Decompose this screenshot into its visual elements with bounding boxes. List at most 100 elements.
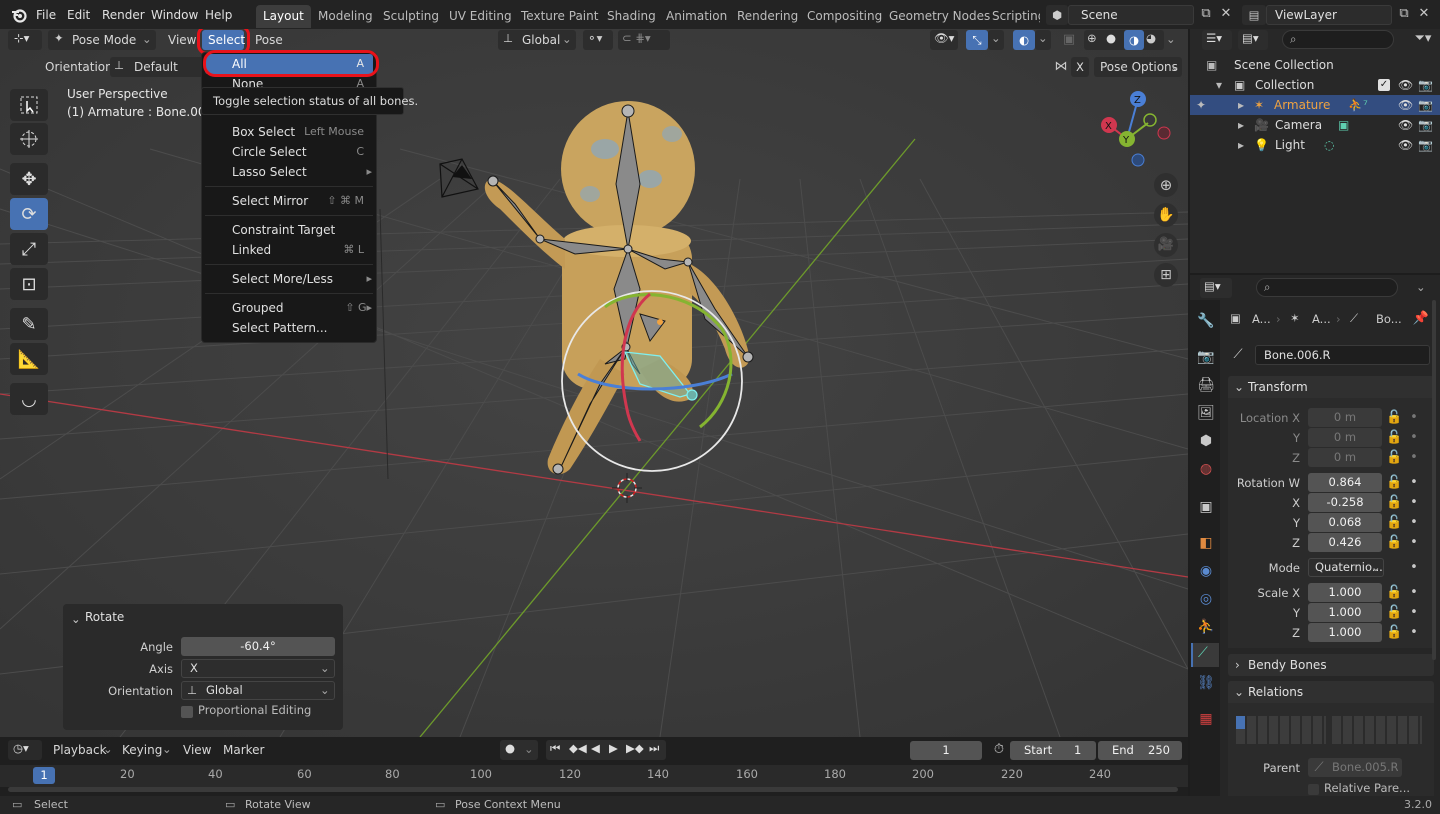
playhead[interactable]: 1 <box>33 767 55 784</box>
relative-parent-checkbox[interactable] <box>1308 784 1319 795</box>
view-layer-icon[interactable]: ▤ <box>1242 5 1266 25</box>
grid-view-icon[interactable]: ⊞ <box>1154 263 1178 287</box>
start-frame-field[interactable]: Start 1 <box>1010 741 1096 760</box>
editor-type-icon[interactable]: ⊹▾ <box>8 30 42 50</box>
redo-orientation-dropdown[interactable]: ⊥ Global ⌄ <box>181 681 335 700</box>
auto-keying-icon[interactable]: ● ⌄ <box>500 740 538 760</box>
transform-orientation-dropdown[interactable]: ⊥ Global ⌄ <box>498 30 576 50</box>
scale-y-field[interactable]: 1.000 <box>1308 603 1382 622</box>
display-mode-icon[interactable]: ▤▾ <box>1238 30 1268 50</box>
outliner-collection[interactable]: ▾ ▣ Collection ✓ 👁 📷 <box>1194 75 1438 95</box>
gizmo-toggle-icon[interactable]: ⤡ <box>966 30 988 50</box>
location-x-field[interactable]: 0 m <box>1308 408 1382 427</box>
measure-tool[interactable]: 📐 <box>10 343 48 375</box>
modifier-tab-icon[interactable]: ◉ <box>1196 561 1216 581</box>
transform-panel-header[interactable]: ⌄ Transform <box>1228 376 1434 398</box>
keyframe-dot-icon[interactable]: • <box>1408 410 1420 425</box>
eye-icon[interactable]: 👁 <box>1398 75 1413 95</box>
timeline-editor-type-icon[interactable]: ◷▾ <box>8 740 42 760</box>
rendered-shading-icon[interactable]: ◕ <box>1146 31 1156 45</box>
outliner-item-armature[interactable]: ✦ ▸ ✶ Armature ⛹⁷ 👁 📷 <box>1194 95 1438 115</box>
menu-item-select-more-less[interactable]: Select More/Less <box>232 269 333 289</box>
tab-scripting[interactable]: Scripting <box>985 5 1040 28</box>
chevron-down-icon[interactable]: ⌄ <box>1035 30 1051 50</box>
armature-data-tab-icon[interactable]: ⛹ <box>1196 617 1216 637</box>
lock-icon[interactable]: 🔓 <box>1386 450 1402 465</box>
tab-sculpting[interactable]: Sculpting <box>376 5 446 28</box>
tab-animation[interactable]: Animation <box>659 5 734 28</box>
bone-constraint-tab-icon[interactable]: ⛓ <box>1196 673 1216 693</box>
lock-icon[interactable]: 🔓 <box>1386 475 1402 490</box>
bone-layers-grid-left[interactable] <box>1236 716 1326 744</box>
keyframe-dot-icon[interactable]: • <box>1408 535 1420 550</box>
play-icon[interactable]: ▶ <box>609 741 618 755</box>
delete-scene-icon[interactable]: ✕ <box>1216 6 1236 21</box>
timeline-scrollbar[interactable] <box>8 787 1178 792</box>
outliner-editor-type-icon[interactable]: ☰▾ <box>1202 30 1232 50</box>
object-tab-icon[interactable]: ◧ <box>1196 533 1216 553</box>
rotate-tool[interactable]: ⟳ <box>10 198 48 230</box>
tab-layout[interactable]: Layout <box>256 5 311 28</box>
camera-render-icon[interactable]: 📷 <box>1418 115 1433 135</box>
keyframe-dot-icon[interactable]: • <box>1408 450 1420 465</box>
lock-icon[interactable]: 🔓 <box>1386 495 1402 510</box>
chevron-right-icon[interactable]: ▸ <box>1238 95 1244 115</box>
menu-help[interactable]: Help <box>205 6 232 24</box>
menu-file[interactable]: File <box>36 6 56 24</box>
select-box-tool[interactable] <box>10 89 48 121</box>
outliner-item-light[interactable]: ▸ 💡 Light ◌ 👁 📷 <box>1194 135 1438 155</box>
camera-render-icon[interactable]: 📷 <box>1418 95 1433 115</box>
zoom-icon[interactable]: ⊕ <box>1154 173 1178 197</box>
jump-end-icon[interactable]: ⏭ <box>649 741 659 756</box>
menu-item-constraint-target[interactable]: Constraint Target <box>232 220 335 240</box>
scale-tool[interactable]: ⤢ <box>10 233 48 265</box>
eye-icon[interactable]: 👁 <box>1398 95 1413 115</box>
proportional-editing-checkbox[interactable] <box>181 706 193 718</box>
menu-item-select-pattern[interactable]: Select Pattern... <box>232 318 327 338</box>
current-frame-field[interactable]: 1 <box>910 741 982 760</box>
lock-icon[interactable]: 🔓 <box>1386 410 1402 425</box>
camera-render-icon[interactable]: 📷 <box>1418 135 1433 155</box>
scale-z-field[interactable]: 1.000 <box>1308 623 1382 642</box>
scale-x-field[interactable]: 1.000 <box>1308 583 1382 602</box>
solid-shading-icon[interactable]: ● <box>1106 31 1116 45</box>
rotation-mode-dropdown[interactable]: Quaternio... ⌄ <box>1308 558 1384 577</box>
keyframe-dot-icon[interactable]: • <box>1408 430 1420 445</box>
eye-icon[interactable]: 👁 <box>1398 115 1413 135</box>
snap-icon[interactable]: ⊂ ⋕▾ <box>618 30 670 50</box>
mirror-icon[interactable]: ⋈ <box>1052 59 1070 74</box>
pin-icon[interactable]: 📌 <box>1412 311 1430 326</box>
bone-tab-active[interactable]: ⟋ <box>1191 643 1219 667</box>
annotate-tool[interactable]: ✎ <box>10 308 48 340</box>
pivot-point-icon[interactable]: ⚬▾ <box>583 30 613 50</box>
menu-item-lasso-select[interactable]: Lasso Select <box>232 162 307 182</box>
menu-pose[interactable]: Pose <box>255 30 283 50</box>
camera-render-icon[interactable]: 📷 <box>1418 75 1433 95</box>
menu-item-linked[interactable]: Linked <box>232 240 271 260</box>
lock-icon[interactable]: 🔓 <box>1386 430 1402 445</box>
keyframe-dot-icon[interactable]: • <box>1408 605 1420 620</box>
marker-menu[interactable]: Marker <box>223 740 264 760</box>
relations-panel-header[interactable]: ⌄ Relations <box>1228 681 1434 703</box>
keying-menu[interactable]: Keying <box>122 740 162 760</box>
mode-dropdown[interactable]: ✦ Pose Mode ⌄ <box>48 30 156 50</box>
texture-tab-icon[interactable]: ▦ <box>1196 709 1216 729</box>
wireframe-shading-icon[interactable]: ⊕ <box>1087 31 1097 45</box>
world-tab-icon[interactable]: ◍ <box>1196 459 1216 479</box>
bone-layers-grid-right[interactable] <box>1332 716 1422 744</box>
tab-geometry-nodes[interactable]: Geometry Nodes <box>882 5 997 28</box>
tab-shading[interactable]: Shading <box>600 5 663 28</box>
playback-menu[interactable]: Playback <box>53 740 107 760</box>
menu-item-circle-select[interactable]: Circle Select <box>232 142 307 162</box>
new-scene-icon[interactable]: ⧉ <box>1196 6 1216 21</box>
keyframe-dot-icon[interactable]: • <box>1408 560 1420 575</box>
chevron-down-icon[interactable]: ▾ <box>1216 75 1222 95</box>
menu-item-select-mirror[interactable]: Select Mirror <box>232 191 308 211</box>
end-frame-field[interactable]: End 250 <box>1098 741 1182 760</box>
cursor-tool[interactable] <box>10 123 48 155</box>
navigation-gizmo[interactable]: Z X Y <box>1092 87 1172 177</box>
collection-checkbox[interactable]: ✓ <box>1378 79 1390 91</box>
blender-logo-icon[interactable] <box>10 6 28 24</box>
next-keyframe-icon[interactable]: ▶◆ <box>626 741 644 755</box>
menu-view[interactable]: View <box>168 30 196 50</box>
